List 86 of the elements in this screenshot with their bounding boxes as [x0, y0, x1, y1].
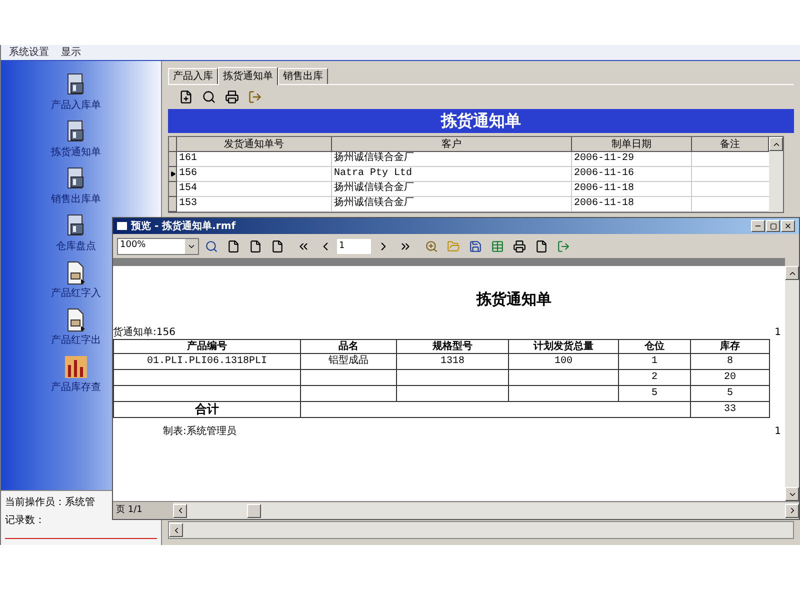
tab[interactable]: 拣货通知单 [218, 67, 278, 85]
exit-icon [556, 240, 570, 252]
table-cell: 2006-11-18 [572, 182, 692, 197]
sidebar-item[interactable]: 产品红字入 [51, 287, 101, 301]
table-cell: 161 [177, 152, 332, 167]
report-cell: 5 [691, 386, 770, 402]
scrollbar[interactable] [769, 137, 783, 212]
edge-mark: 1 [774, 326, 781, 338]
sidebar-item[interactable]: 产品入库单 [51, 99, 101, 113]
minimize-button[interactable] [751, 220, 765, 232]
magnifier-icon [424, 240, 438, 252]
close-icon [784, 222, 792, 230]
report-cell: 铝型成品 [301, 354, 397, 370]
search-icon [202, 90, 216, 104]
report-cell: 1318 [397, 354, 509, 370]
sidebar-item[interactable]: 仓库盘点 [56, 240, 96, 254]
scrollbar[interactable] [173, 502, 799, 518]
report-cell: 01.PLI.PLI06.1318PLI [114, 354, 301, 370]
report-cell: 20 [691, 370, 770, 386]
window-icon [117, 222, 127, 230]
report-footer: 制表:系统管理员 [163, 424, 236, 438]
edge-mark: 1 [774, 424, 781, 438]
printer-icon [512, 240, 526, 252]
folder-icon [446, 240, 460, 252]
save-icon [468, 240, 482, 252]
table-cell: 2006-11-16 [572, 167, 692, 182]
report-title: 拣货通知单 [476, 289, 552, 310]
total-label: 合计 [114, 402, 301, 418]
report-cell: 8 [691, 354, 770, 370]
report-cell: 100 [509, 354, 619, 370]
page-icon [226, 240, 240, 252]
report-column-header: 规格型号 [397, 340, 509, 354]
exit-icon [248, 90, 262, 104]
report-cell: 1 [619, 354, 691, 370]
scrollbar-thumb[interactable] [247, 504, 261, 518]
report-column-header: 品名 [301, 340, 397, 354]
scrollbar[interactable] [168, 521, 794, 539]
column-header: 客户 [332, 137, 572, 152]
close-button[interactable] [781, 220, 795, 232]
table-cell: 扬州诚信镁合金厂 [332, 197, 572, 212]
form-banner: 拣货通知单 [168, 109, 794, 133]
page-icon [248, 240, 262, 252]
table-cell: 扬州诚信镁合金厂 [332, 182, 572, 197]
sidebar-item[interactable]: 产品库存查 [51, 381, 101, 395]
scrollbar[interactable] [785, 266, 799, 501]
report-number: 货通知单:156 [113, 326, 176, 338]
table-cell: 156 [177, 167, 332, 182]
sidebar-item[interactable]: 销售出库单 [51, 193, 101, 207]
document-icon [65, 261, 87, 285]
report-cell: 5 [619, 386, 691, 402]
column-header: 发货通知单号 [177, 137, 332, 152]
window-title: 预览 - 拣货通知单.rmf [131, 220, 236, 234]
report-column-header: 仓位 [619, 340, 691, 354]
menu-item[interactable]: 系统设置 [9, 45, 49, 60]
report-cell: 2 [619, 370, 691, 386]
status-text: 记录数： [5, 514, 45, 528]
page-icon [270, 240, 284, 252]
document-plus-icon [179, 90, 193, 104]
column-header: 制单日期 [572, 137, 692, 152]
printer-icon [225, 90, 239, 104]
table-cell: 2006-11-29 [572, 152, 692, 167]
report-column-header: 计划发货总量 [509, 340, 619, 354]
table-cell: 扬州诚信镁合金厂 [332, 152, 572, 167]
report-column-header: 产品编号 [114, 340, 301, 354]
magnifier-icon [204, 240, 218, 252]
chart-icon [64, 355, 88, 379]
spreadsheet-icon [490, 240, 504, 252]
tab[interactable]: 销售出库 [278, 68, 328, 84]
page-status: 页 1/1 [113, 502, 173, 519]
maximize-icon [770, 222, 776, 230]
row-pointer-icon [170, 171, 176, 177]
table-cell: 154 [177, 182, 332, 197]
total-value: 33 [691, 402, 770, 418]
table-cell: 2006-11-18 [572, 197, 692, 212]
page-icon [534, 240, 548, 252]
sidebar-item[interactable]: 拣货通知单 [51, 146, 101, 160]
menu-item[interactable]: 显示 [61, 45, 81, 60]
table-cell: 153 [177, 197, 332, 212]
sidebar-item[interactable]: 产品红字出 [51, 334, 101, 348]
table-cell: Natra Pty Ltd [332, 167, 572, 182]
status-text: 当前操作员：系统管 [5, 496, 95, 510]
zoom-select[interactable]: 100% [117, 238, 199, 254]
document-icon [65, 308, 87, 332]
maximize-button[interactable] [766, 220, 780, 232]
page-number-field[interactable]: 1 [337, 238, 371, 254]
report-column-header: 库存 [691, 340, 770, 354]
